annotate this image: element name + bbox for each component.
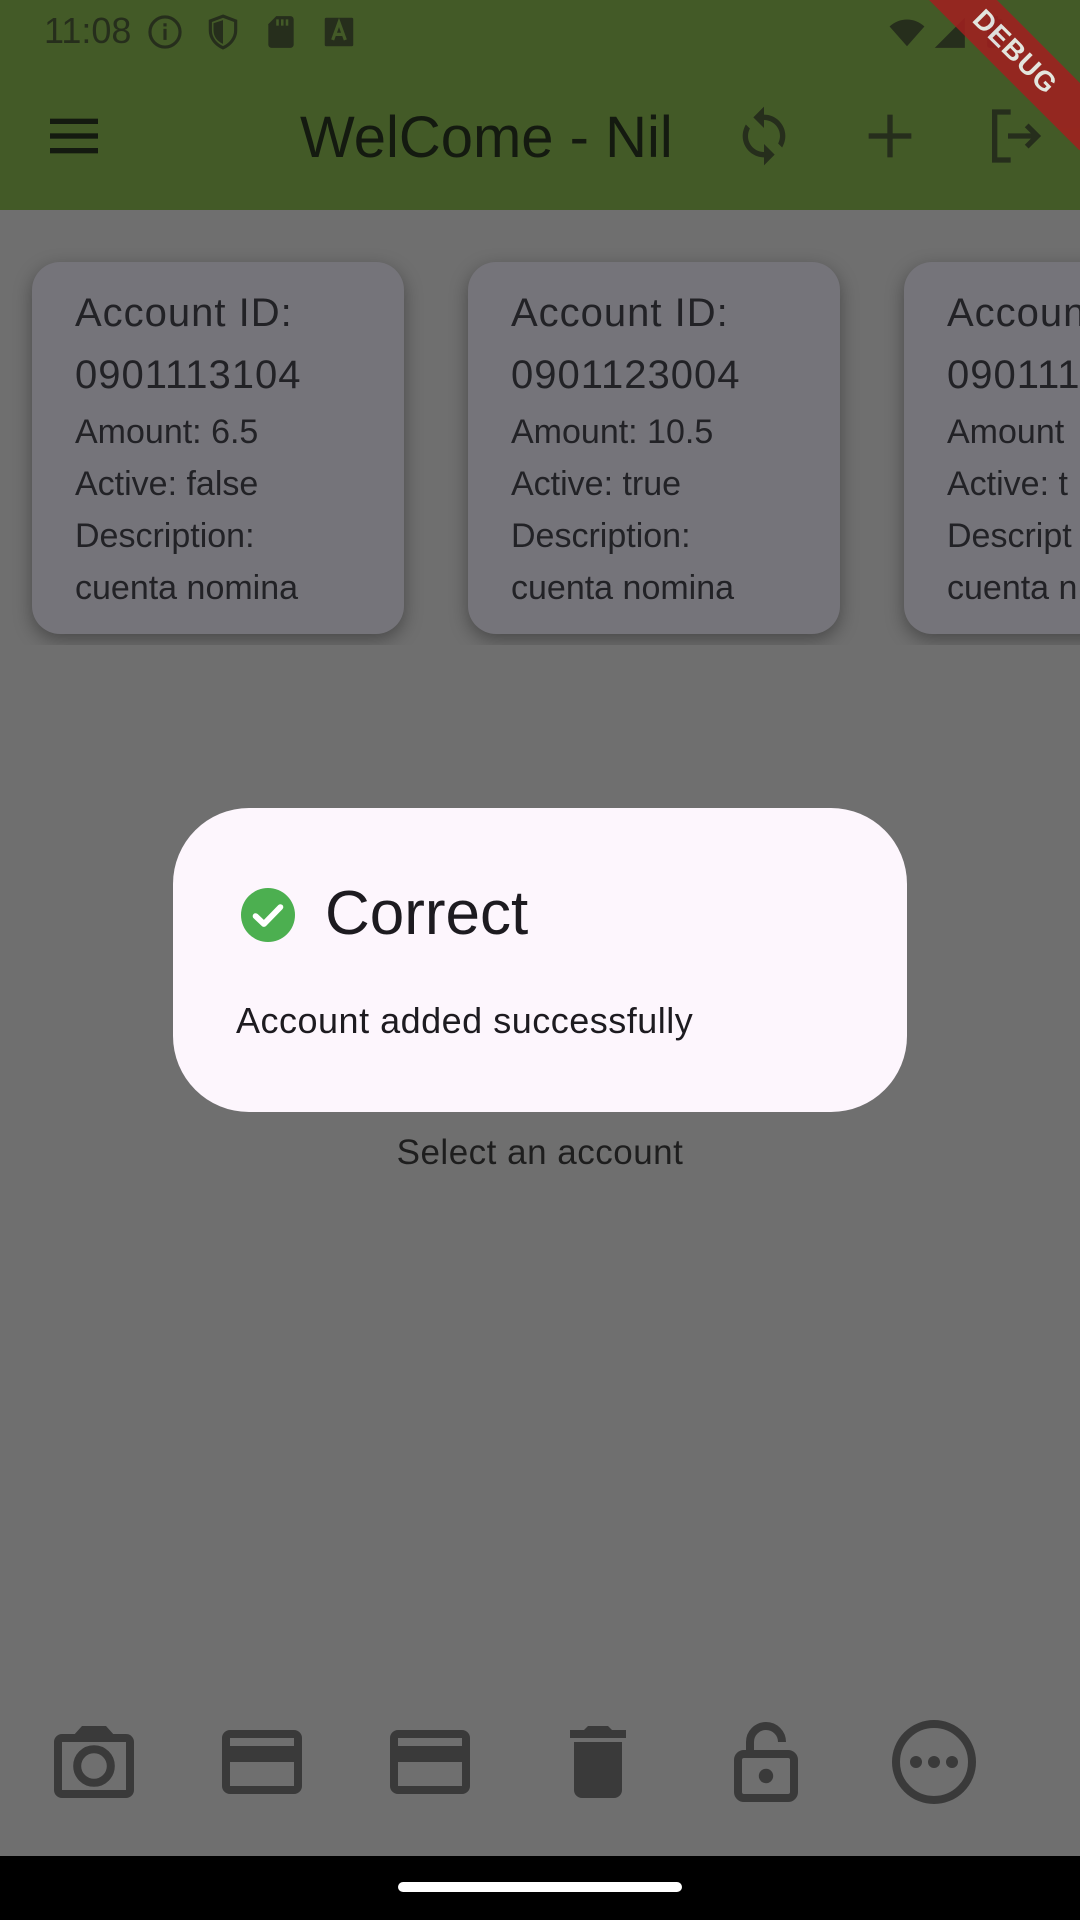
dialog-title: Correct <box>325 879 529 948</box>
select-account-hint: Select an account <box>396 1133 684 1172</box>
status-bar: 11:08 <box>0 0 1080 64</box>
account-card[interactable]: Account ID: 0901113104 Amount: 6.5 Activ… <box>32 262 404 634</box>
system-nav-bar <box>0 1856 1080 1920</box>
menu-icon[interactable] <box>42 104 106 168</box>
account-id-label: Account ID: <box>511 291 729 335</box>
account-description-label: Descript <box>947 517 1072 555</box>
credit-card-icon[interactable] <box>214 1714 310 1810</box>
account-id-label: Account ID: <box>75 291 293 335</box>
account-id: 0901113 <box>947 353 1080 397</box>
logout-icon[interactable] <box>984 104 1048 168</box>
account-description: cuenta n <box>947 569 1078 607</box>
account-amount: Amount: 10.5 <box>511 413 714 451</box>
lock-open-icon[interactable] <box>718 1714 814 1810</box>
camera-icon[interactable] <box>46 1714 142 1810</box>
account-active: Active: false <box>75 465 259 503</box>
delete-icon[interactable] <box>550 1714 646 1810</box>
account-description: cuenta nomina <box>511 569 735 607</box>
account-card[interactable]: Account ID: 0901113 Amount Active: t Des… <box>904 262 1080 634</box>
check-circle-icon <box>241 888 295 942</box>
account-card[interactable]: Account ID: 0901123004 Amount: 10.5 Acti… <box>468 262 840 634</box>
account-id: 0901123004 <box>511 353 741 397</box>
credit-card-icon[interactable] <box>382 1714 478 1810</box>
accounts-list: Account ID: 0901113104 Amount: 6.5 Activ… <box>0 210 1080 645</box>
account-amount: Amount: 6.5 <box>75 413 259 451</box>
dialog-message: Account added successfully <box>236 1000 694 1041</box>
account-active: Active: t <box>947 465 1068 503</box>
sd-card-icon <box>268 16 294 48</box>
add-icon[interactable] <box>858 104 922 168</box>
font-icon <box>324 17 354 47</box>
shield-icon <box>208 14 238 50</box>
home-gesture-handle[interactable] <box>398 1882 682 1892</box>
wifi-icon <box>889 19 925 47</box>
account-amount: Amount <box>947 413 1065 451</box>
account-description: cuenta nomina <box>75 569 299 607</box>
info-icon <box>148 15 182 49</box>
refresh-icon[interactable] <box>732 104 796 168</box>
success-dialog[interactable]: Correct Account added successfully <box>173 808 907 1112</box>
account-id-label: Account ID: <box>947 291 1080 335</box>
page-title: WelCome - Nil <box>300 105 673 170</box>
status-time: 11:08 <box>44 10 132 51</box>
app-bar: 11:08 WelCome - Nil DEBUG <box>0 0 1080 210</box>
account-id: 0901113104 <box>75 353 302 397</box>
account-description-label: Description: <box>511 517 691 555</box>
account-active: Active: true <box>511 465 682 503</box>
account-description-label: Description: <box>75 517 255 555</box>
more-icon[interactable] <box>886 1714 982 1810</box>
